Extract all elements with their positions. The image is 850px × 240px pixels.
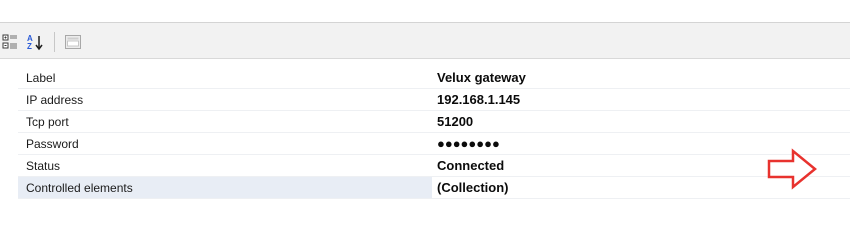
property-row-status[interactable]: Status Connected xyxy=(0,155,850,177)
pointer-arrow-shape xyxy=(767,148,817,190)
pointer-arrow-icon xyxy=(767,148,817,190)
property-name: Controlled elements xyxy=(18,177,432,199)
property-value[interactable]: Velux gateway xyxy=(432,67,850,89)
row-gutter xyxy=(0,89,18,111)
property-name: Status xyxy=(18,155,432,177)
sort-alphabetical-icon: A Z xyxy=(27,34,43,51)
row-gutter xyxy=(0,111,18,133)
property-grid: Label Velux gateway IP address 192.168.1… xyxy=(0,67,850,199)
property-row-ip-address[interactable]: IP address 192.168.1.145 xyxy=(0,89,850,111)
property-pages-button[interactable] xyxy=(63,33,83,51)
row-gutter xyxy=(0,177,18,199)
categorized-view-button[interactable] xyxy=(1,33,19,51)
property-name: Label xyxy=(18,67,432,89)
property-name: Tcp port xyxy=(18,111,432,133)
row-gutter xyxy=(0,155,18,177)
property-value[interactable]: 51200 xyxy=(432,111,850,133)
property-name: Password xyxy=(18,133,432,155)
property-pages-icon xyxy=(65,35,81,49)
property-grid-toolbar: A Z xyxy=(0,22,850,59)
row-gutter xyxy=(0,133,18,155)
property-name: IP address xyxy=(18,89,432,111)
svg-text:Z: Z xyxy=(27,42,32,51)
property-row-password[interactable]: Password ●●●●●●●● xyxy=(0,133,850,155)
toolbar-separator xyxy=(54,32,55,52)
property-row-controlled-elements[interactable]: Controlled elements (Collection) xyxy=(0,177,850,199)
property-row-tcp-port[interactable]: Tcp port 51200 xyxy=(0,111,850,133)
property-row-label[interactable]: Label Velux gateway xyxy=(0,67,850,89)
row-gutter xyxy=(0,67,18,89)
property-value[interactable]: 192.168.1.145 xyxy=(432,89,850,111)
property-grid-panel: A Z Label Velux gateway IP address 192.1… xyxy=(0,22,850,199)
categorized-view-icon xyxy=(2,34,17,49)
sort-alphabetical-button[interactable]: A Z xyxy=(26,33,46,51)
